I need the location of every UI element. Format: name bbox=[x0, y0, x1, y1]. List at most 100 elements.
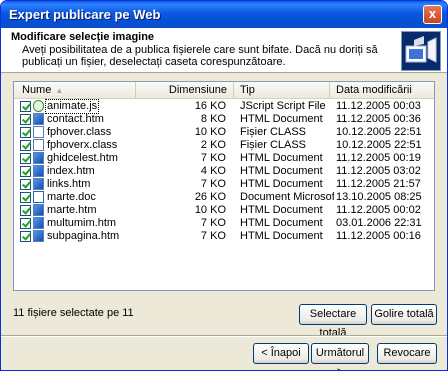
wizard-window: Expert publicare pe Web x Modificare sel… bbox=[0, 0, 448, 371]
file-type: Fișier CLASS bbox=[240, 139, 307, 151]
file-date: 11.12.2005 03:02 bbox=[336, 165, 421, 177]
select-all-button[interactable]: Selectare totală bbox=[299, 304, 367, 339]
close-button[interactable]: x bbox=[423, 5, 442, 24]
file-row[interactable]: subpagina.htm 7 KO HTML Document 11.12.2… bbox=[14, 230, 434, 243]
file-name: multumim.htm bbox=[47, 217, 117, 229]
file-size: 7 KO bbox=[200, 152, 226, 164]
file-name: links.htm bbox=[47, 178, 91, 190]
column-date[interactable]: Data modificării bbox=[330, 82, 434, 98]
file-type: HTML Document bbox=[240, 113, 323, 125]
close-icon: x bbox=[428, 6, 437, 21]
file-row[interactable]: marte.htm 10 KO HTML Document 11.12.2005… bbox=[14, 204, 434, 217]
file-date: 11.12.2005 00:03 bbox=[336, 100, 421, 112]
file-type: Fișier CLASS bbox=[240, 126, 307, 138]
file-type: HTML Document bbox=[240, 230, 323, 242]
column-type-label: Tip bbox=[240, 84, 255, 96]
file-row[interactable]: animate.js 16 KO JScript Script File 11.… bbox=[14, 99, 434, 114]
column-size-label: Dimensiune bbox=[168, 84, 227, 96]
file-row[interactable]: fphover.class 10 KO Fișier CLASS 10.12.2… bbox=[14, 126, 434, 139]
file-size: 7 KO bbox=[200, 217, 226, 229]
file-row[interactable]: index.htm 4 KO HTML Document 11.12.2005 … bbox=[14, 165, 434, 178]
file-checkbox[interactable] bbox=[20, 166, 31, 177]
column-name-label: Nume bbox=[22, 84, 52, 96]
file-date: 11.12.2005 21:57 bbox=[336, 178, 421, 190]
column-type[interactable]: Tip bbox=[234, 82, 330, 98]
file-row[interactable]: marte.doc 26 KO Document Microsoft... 13… bbox=[14, 191, 434, 204]
file-type: HTML Document bbox=[240, 204, 323, 216]
footer-divider bbox=[1, 335, 447, 337]
file-size: 8 KO bbox=[200, 113, 226, 125]
column-name[interactable]: Nume ▲ bbox=[14, 82, 136, 98]
file-checkbox[interactable] bbox=[20, 153, 31, 164]
html-file-icon bbox=[33, 178, 44, 190]
file-checkbox[interactable] bbox=[20, 101, 31, 112]
cancel-button[interactable]: Revocare bbox=[377, 343, 437, 364]
wizard-header: Modificare selecție imagine Aveți posibi… bbox=[1, 28, 447, 73]
file-date: 13.10.2005 08:25 bbox=[336, 191, 422, 203]
window-title: Expert publicare pe Web bbox=[9, 7, 161, 22]
title-bar[interactable]: Expert publicare pe Web x bbox=[1, 1, 447, 28]
file-date: 11.12.2005 00:02 bbox=[336, 204, 421, 216]
file-checkbox[interactable] bbox=[20, 114, 31, 125]
file-checkbox[interactable] bbox=[20, 205, 31, 216]
file-row[interactable]: fphoverx.class 2 KO Fișier CLASS 10.12.2… bbox=[14, 139, 434, 152]
file-size: 26 KO bbox=[194, 191, 226, 203]
file-type: HTML Document bbox=[240, 217, 323, 229]
header-title: Modificare selecție imagine bbox=[11, 31, 155, 43]
file-size: 10 KO bbox=[194, 204, 226, 216]
file-name: marte.doc bbox=[47, 191, 96, 203]
file-row[interactable]: contact.htm 8 KO HTML Document 11.12.200… bbox=[14, 113, 434, 126]
file-row[interactable]: ghidcelest.htm 7 KO HTML Document 11.12.… bbox=[14, 152, 434, 165]
html-file-icon bbox=[33, 113, 44, 125]
file-name: contact.htm bbox=[47, 113, 104, 125]
file-date: 10.12.2005 22:51 bbox=[336, 126, 422, 138]
file-type: JScript Script File bbox=[240, 100, 326, 112]
next-button[interactable]: Următorul > bbox=[311, 343, 369, 370]
word-document-icon bbox=[33, 191, 44, 203]
file-date: 10.12.2005 22:51 bbox=[336, 139, 422, 151]
file-list[interactable]: Nume ▲ Dimensiune Tip Data modificării an… bbox=[13, 81, 435, 291]
file-name: subpagina.htm bbox=[47, 230, 120, 242]
file-size: 4 KO bbox=[200, 165, 226, 177]
column-size[interactable]: Dimensiune bbox=[136, 82, 234, 98]
file-date: 11.12.2005 00:19 bbox=[336, 152, 421, 164]
file-date: 03.01.2006 22:31 bbox=[336, 217, 422, 229]
file-type: Document Microsoft... bbox=[240, 191, 334, 203]
html-file-icon bbox=[33, 217, 44, 229]
class-file-icon bbox=[33, 126, 44, 138]
file-date: 11.12.2005 00:36 bbox=[336, 113, 421, 125]
file-name: fphoverx.class bbox=[47, 139, 118, 151]
file-name: marte.htm bbox=[47, 204, 97, 216]
file-checkbox[interactable] bbox=[20, 192, 31, 203]
class-file-icon bbox=[33, 139, 44, 151]
file-checkbox[interactable] bbox=[20, 231, 31, 242]
file-size: 10 KO bbox=[194, 126, 226, 138]
file-size: 2 KO bbox=[200, 139, 226, 151]
file-type: HTML Document bbox=[240, 165, 323, 177]
file-type: HTML Document bbox=[240, 178, 323, 190]
script-file-icon bbox=[33, 100, 44, 112]
html-file-icon bbox=[33, 152, 44, 164]
clear-all-button[interactable]: Golire totală bbox=[371, 304, 437, 325]
file-checkbox[interactable] bbox=[20, 179, 31, 190]
back-button[interactable]: < Înapoi bbox=[253, 343, 309, 364]
file-type: HTML Document bbox=[240, 152, 323, 164]
header-description: Aveți posibilitatea de a publica fișiere… bbox=[22, 44, 378, 68]
file-checkbox[interactable] bbox=[20, 140, 31, 151]
column-date-label: Data modificării bbox=[336, 84, 412, 96]
file-row[interactable]: links.htm 7 KO HTML Document 11.12.2005 … bbox=[14, 178, 434, 191]
file-name: index.htm bbox=[47, 165, 95, 177]
file-date: 11.12.2005 00:16 bbox=[336, 230, 421, 242]
file-row[interactable]: multumim.htm 7 KO HTML Document 03.01.20… bbox=[14, 217, 434, 230]
file-name: animate.js bbox=[44, 99, 100, 114]
file-checkbox[interactable] bbox=[20, 127, 31, 138]
selection-status: 11 fișiere selectate pe 11 bbox=[13, 307, 134, 319]
html-file-icon bbox=[33, 204, 44, 216]
file-size: 16 KO bbox=[194, 100, 226, 112]
file-name: fphover.class bbox=[47, 126, 112, 138]
file-size: 7 KO bbox=[200, 178, 226, 190]
file-checkbox[interactable] bbox=[20, 218, 31, 229]
file-size: 7 KO bbox=[200, 230, 226, 242]
list-header: Nume ▲ Dimensiune Tip Data modificării bbox=[14, 82, 434, 99]
html-file-icon bbox=[33, 165, 44, 177]
